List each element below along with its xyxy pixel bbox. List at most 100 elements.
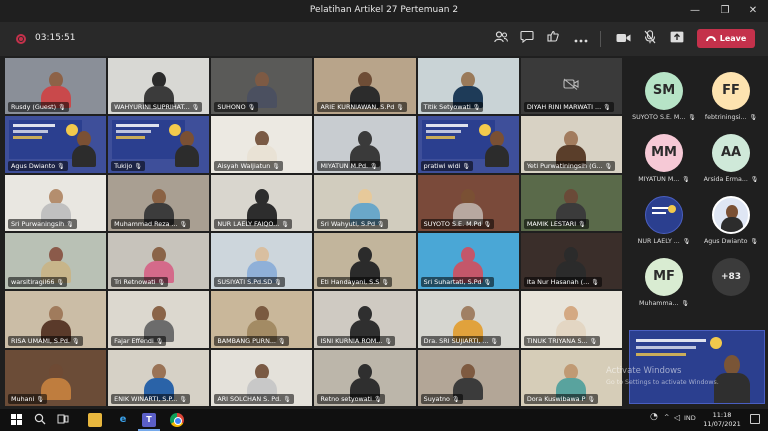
participant-name-text: SUHONO	[217, 103, 246, 112]
participant-tile[interactable]: ENIK WINARTI, S.P... 🎙	[108, 349, 210, 406]
participant-tile[interactable]: pratiwi widi 🎙	[417, 116, 519, 173]
volume-icon[interactable]: ◁	[674, 413, 680, 422]
taskbar-clock[interactable]: 11:18 11/07/2021	[702, 411, 742, 429]
participant-name: SUSIYATI S.Pd.SD 🎙	[214, 277, 285, 288]
participant-tile[interactable]: Retno setyowati 🎙	[314, 349, 416, 406]
participant-tile[interactable]: BAMBANG PURN... 🎙	[211, 291, 313, 348]
notification-icon[interactable]	[750, 414, 760, 424]
file-explorer-icon[interactable]	[88, 413, 102, 427]
participant-tile[interactable]: SUHONO 🎙	[211, 58, 313, 115]
participant-video	[246, 305, 277, 342]
participant-name: pratiwi widi 🎙	[420, 160, 474, 171]
participant-tile[interactable]: MIYATUN M.Pd. 🎙	[314, 116, 416, 173]
network-icon[interactable]: ◔	[650, 412, 658, 422]
participant-tile[interactable]: Sri Suhartati, S.Pd 🎙	[417, 232, 519, 290]
participant-tile[interactable]: Aisyah Waljiatun 🎙	[211, 116, 313, 173]
avatar: AA	[712, 134, 750, 172]
participant-video	[556, 188, 587, 225]
participant-video	[556, 247, 587, 284]
participant-video	[350, 188, 381, 225]
participant-tile[interactable]: RISA UMAMI, S.Pd. 🎙	[5, 291, 107, 348]
participant-tile[interactable]: MAMIK LESTARI 🎙	[520, 174, 622, 231]
participant-tile[interactable]: TINUK TRIYANA S... 🎙	[520, 291, 622, 348]
participant-name: BAMBANG PURN... 🎙	[214, 335, 289, 346]
panel-participant[interactable]: FF febtriningsi... 🎙	[699, 72, 763, 121]
participant-tile[interactable]: DIYAH RINI MARWATI ... 🎙	[520, 58, 622, 115]
chat-icon[interactable]	[518, 30, 536, 48]
participant-tile[interactable]: warsitiragil66 🎙	[5, 232, 107, 290]
mic-off-icon: 🎙	[36, 395, 44, 403]
leave-button[interactable]: Leave	[697, 29, 755, 48]
people-icon[interactable]	[492, 30, 510, 48]
panel-participant[interactable]: AA Arsida Erma... 🎙	[699, 134, 763, 183]
participant-tile[interactable]: NUR LAELY FAIQO... 🎙	[211, 174, 313, 231]
participant-video	[246, 363, 277, 400]
panel-participant[interactable]: NUR LAELY ... 🎙	[632, 196, 696, 245]
participant-name: Rusdy (Guest) 🎙	[8, 102, 69, 113]
participant-tile[interactable]: Sri Wahyuti, S.Pd 🎙	[314, 174, 416, 231]
panel-participant[interactable]: SM SUYOTO S.E. M... 🎙	[632, 72, 696, 121]
participant-name: RISA UMAMI, S.Pd. 🎙	[8, 335, 83, 346]
participant-tile[interactable]: ISNI KURNIA ROM... 🎙	[314, 291, 416, 348]
tray-chevron-icon[interactable]: ^	[664, 413, 669, 421]
overflow-count[interactable]: +83	[712, 258, 750, 296]
camera-icon[interactable]	[614, 30, 632, 48]
mic-off-icon: 🎙	[747, 114, 758, 121]
close-window-button[interactable]: ✕	[738, 0, 768, 22]
participant-name: MIYATUN M.Pd. 🎙	[317, 160, 381, 171]
participant-video	[40, 305, 71, 342]
panel-participant[interactable]: MM MIYATUN M... 🎙	[632, 134, 696, 183]
keyboard-language[interactable]: IND	[684, 414, 696, 422]
panel-participant-name-text: Arsida Erma...	[703, 176, 748, 183]
participant-tile[interactable]: WAHYURINI SUPRIHAT... 🎙	[108, 58, 210, 115]
participant-name-text: Dra. SRI SUJIARTI, ...	[423, 336, 489, 345]
participant-tile[interactable]: Rusdy (Guest) 🎙	[5, 58, 107, 115]
search-icon[interactable]	[33, 413, 47, 427]
participant-name: ISNI KURNIA ROM... 🎙	[317, 335, 396, 346]
avatar: MM	[645, 134, 683, 172]
participant-tile[interactable]: Fajar Effendi 🎙	[108, 291, 210, 348]
participant-tile[interactable]: ARI SOLCHAN S. Pd. 🎙	[211, 349, 313, 406]
mic-off-icon: 🎙	[157, 279, 166, 287]
participant-tile[interactable]: SUYOTO S.E. M.Pd 🎙	[417, 174, 519, 231]
participant-name-text: Aisyah Waljiatun	[217, 161, 271, 170]
mic-off-icon[interactable]	[641, 30, 659, 48]
panel-participant-name-text: NUR LAELY ...	[637, 238, 680, 245]
maximize-button[interactable]: ❐	[710, 0, 740, 22]
overflow-participants[interactable]: +83	[699, 258, 763, 296]
participant-tile[interactable]: Agus Dwianto 🎙	[5, 116, 107, 173]
chrome-icon[interactable]	[170, 413, 184, 427]
minimize-button[interactable]: —	[680, 0, 710, 22]
edge-icon[interactable]: e	[116, 413, 130, 427]
panel-participant[interactable]: Agus Dwianto 🎙	[699, 196, 763, 245]
participant-tile[interactable]: Muhani 🎙	[5, 349, 107, 406]
participant-tile[interactable]: Sri Purwaningsih 🎙	[5, 174, 107, 231]
participant-tile[interactable]: Tri Retnowati 🎙	[108, 232, 210, 290]
participant-tile[interactable]: Eti Handayani, S.S 🎙	[314, 232, 416, 290]
participant-tile[interactable]: Yeti Purwatiningsih (G... 🎙	[520, 116, 622, 173]
participant-tile[interactable]: SUSIYATI S.Pd.SD 🎙	[211, 232, 313, 290]
more-icon[interactable]	[572, 30, 590, 48]
windows-start-icon[interactable]	[10, 413, 24, 427]
participant-tile[interactable]: Muhammad Reza ... 🎙	[108, 174, 210, 231]
panel-participant[interactable]: MF Muhamma... 🎙	[632, 258, 696, 307]
participant-name-text: Rusdy (Guest)	[11, 103, 57, 112]
avatar: MF	[645, 258, 683, 296]
participant-tile[interactable]: Tukijo 🎙	[108, 116, 210, 173]
participant-name-text: RISA UMAMI, S.Pd.	[11, 336, 70, 345]
participant-name: Muhammad Reza ... 🎙	[111, 218, 191, 229]
participant-tile[interactable]: Suyatno 🎙	[417, 349, 519, 406]
participant-tile[interactable]: Dra. SRI SUJIARTI, ... 🎙	[417, 291, 519, 348]
teams-icon[interactable]: T	[142, 413, 156, 427]
mic-off-icon: 🎙	[591, 279, 599, 287]
participant-tile[interactable]: ARIE KURNIAWAN, S.Pd 🎙	[314, 58, 416, 115]
participant-tile[interactable]: Ita Nur Hasanah (... 🎙	[520, 232, 622, 290]
participant-tile[interactable]: Titik Setyowati 🎙	[417, 58, 519, 115]
participant-name-text: Tukijo	[114, 161, 133, 170]
reactions-icon[interactable]	[545, 30, 563, 48]
share-icon[interactable]	[668, 30, 686, 48]
participant-name-text: SUYOTO S.E. M.Pd	[423, 219, 482, 228]
participant-name-text: DIYAH RINI MARWATI ...	[526, 103, 602, 112]
task-view-icon[interactable]	[56, 413, 70, 427]
participant-name-text: MIYATUN M.Pd.	[320, 161, 369, 170]
